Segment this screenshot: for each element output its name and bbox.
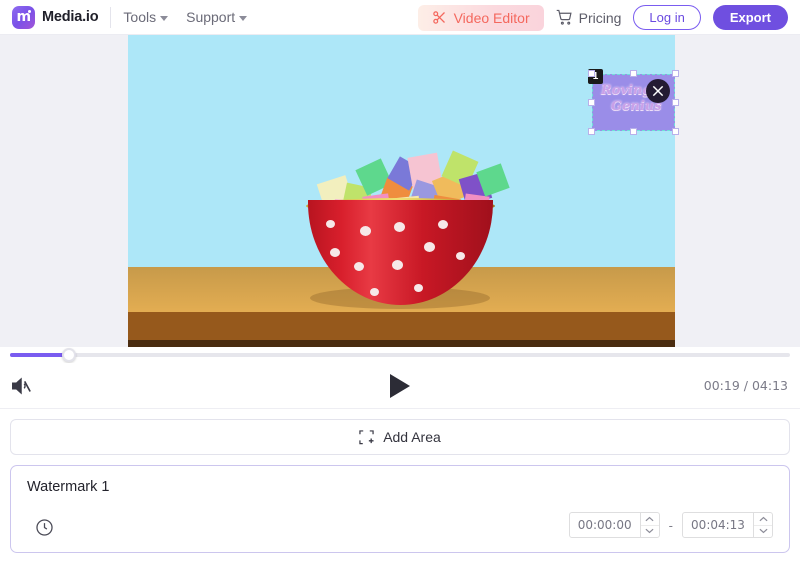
speaker-muted-icon <box>12 376 31 395</box>
range-separator: - <box>668 517 673 533</box>
start-time-input[interactable] <box>569 513 640 537</box>
chevron-down-icon[interactable] <box>754 524 772 538</box>
end-time-stepper[interactable] <box>682 512 773 538</box>
watermark-panel-title: Watermark 1 <box>27 479 110 495</box>
cart-icon <box>556 9 572 25</box>
resize-handle-w[interactable] <box>588 99 595 106</box>
play-button[interactable] <box>390 373 410 398</box>
main-nav: Tools Support <box>123 9 248 25</box>
time-display: 00:19 / 04:13 <box>703 378 788 393</box>
watermark-text-line1: Roving <box>601 83 652 98</box>
resize-handle-n[interactable] <box>630 70 637 77</box>
player-controls: 00:19 / 04:13 <box>0 363 800 409</box>
resize-handle-nw[interactable] <box>588 70 595 77</box>
bowl-dot <box>394 222 405 232</box>
nav-item-label: Support <box>186 9 236 25</box>
dashed-square-plus-icon <box>359 429 374 445</box>
end-time-arrows <box>753 513 772 537</box>
brand-name: Media.io <box>42 9 99 25</box>
login-button[interactable]: Log in <box>633 5 701 30</box>
bowl-dot <box>326 220 335 228</box>
header-actions: Video Editor Pricing Log in Export <box>417 0 788 35</box>
bowl-dot <box>456 252 465 260</box>
bowl-dot <box>360 226 371 236</box>
progress-track[interactable] <box>10 353 790 357</box>
header-divider <box>110 6 112 28</box>
end-time-input[interactable] <box>683 513 753 537</box>
crossed-tools-badge-icon <box>646 79 670 103</box>
watermark-panel: Watermark 1 - <box>10 465 790 553</box>
pricing-link[interactable]: Pricing <box>556 9 622 26</box>
bowl-dot <box>392 260 403 270</box>
scissors-icon <box>432 11 445 24</box>
chevron-down-icon[interactable] <box>640 524 659 538</box>
brand-logo[interactable]: m Media.io <box>12 5 99 29</box>
export-button[interactable]: Export <box>712 5 788 30</box>
app-header: m Media.io Tools Support Video Editor Pr… <box>0 0 800 35</box>
add-area-label: Add Area <box>383 429 441 445</box>
video-progress-row <box>0 347 800 363</box>
add-area-section: Add Area <box>0 409 800 455</box>
watermark-time-range: - <box>568 512 773 538</box>
mute-button[interactable] <box>10 375 32 397</box>
bowl-dot <box>414 284 423 292</box>
progress-handle[interactable] <box>62 348 76 362</box>
chevron-down-icon <box>160 15 169 21</box>
logo-dot-icon <box>28 9 31 13</box>
watermark-image[interactable]: Roving Genius <box>592 74 675 131</box>
chevron-up-icon[interactable] <box>641 513 659 525</box>
resize-handle-e[interactable] <box>672 99 679 106</box>
watermark-overlay[interactable]: Roving Genius 1 <box>588 69 679 135</box>
nav-item-label: Tools <box>123 9 157 25</box>
scene-table-front <box>128 312 675 340</box>
chevron-down-icon <box>239 15 248 21</box>
video-editor-label: Video Editor <box>453 9 530 26</box>
resize-handle-sw[interactable] <box>588 128 595 135</box>
pricing-label: Pricing <box>578 9 622 26</box>
bowl-dot <box>370 288 379 296</box>
nav-item-support[interactable]: Support <box>186 9 248 25</box>
bowl-dot <box>354 262 364 271</box>
bowl-dot <box>438 220 448 229</box>
media-io-logo-icon: m <box>12 5 35 29</box>
clock-icon[interactable] <box>35 518 54 542</box>
resize-handle-s[interactable] <box>630 128 637 135</box>
start-time-arrows <box>639 513 659 538</box>
scene-table-base <box>128 340 675 347</box>
nav-item-tools[interactable]: Tools <box>123 9 169 25</box>
video-stage: Roving Genius 1 <box>0 35 800 347</box>
resize-handle-ne[interactable] <box>672 70 679 77</box>
resize-handle-se[interactable] <box>672 128 679 135</box>
add-area-button[interactable]: Add Area <box>10 419 790 455</box>
start-time-stepper[interactable] <box>568 512 660 538</box>
chevron-up-icon[interactable] <box>754 513 772 525</box>
bowl-dot <box>330 248 340 257</box>
video-editor-button[interactable]: Video Editor <box>417 4 544 31</box>
watermark-panel-section: Watermark 1 - <box>0 455 800 553</box>
bowl-dot <box>424 242 435 252</box>
